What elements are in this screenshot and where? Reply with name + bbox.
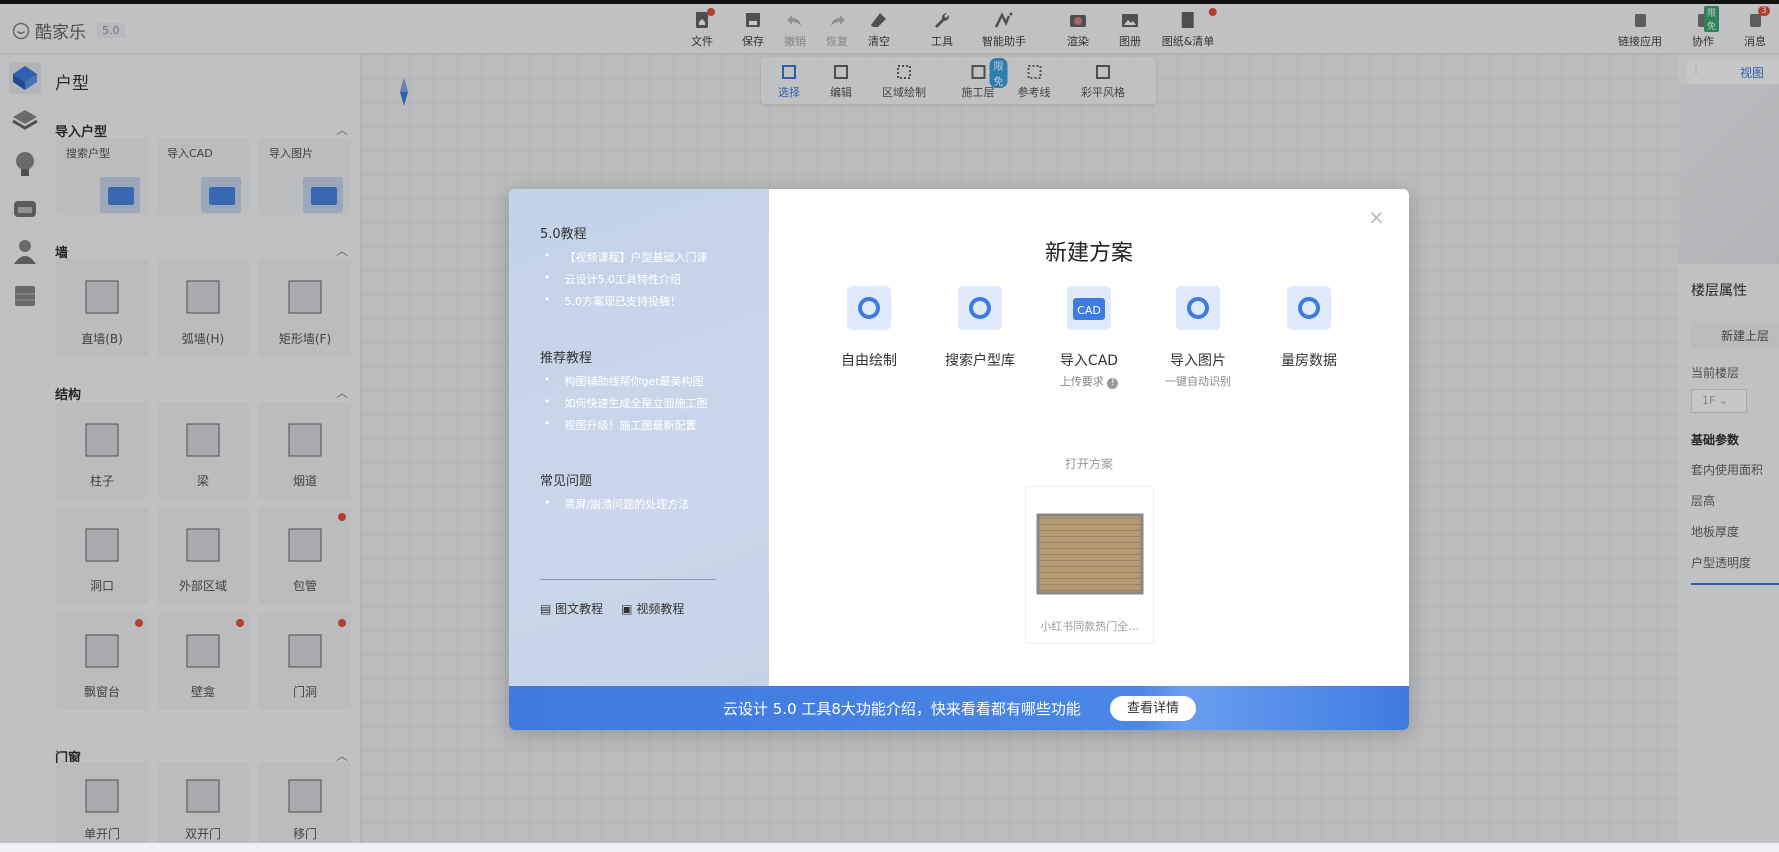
tutorial-link-label: 云设计5.0工具特性介绍 bbox=[564, 273, 682, 286]
option-cad-file[interactable]: CAD 导入CAD 上传要求 ! bbox=[1039, 284, 1139, 389]
tutorial-link[interactable]: 5.0方案现已支持投稿！ bbox=[544, 293, 682, 309]
option-label: 自由绘制 bbox=[841, 353, 897, 369]
tutorial-link[interactable]: 黑屏/崩溃问题的处理方法 bbox=[544, 496, 690, 512]
new-scheme-dialog: 5.0教程【视频课程】户型基础入门课云设计5.0工具特性介绍 5.0方案现已支持投… bbox=[509, 189, 1409, 730]
recent-scheme-name: 小红书同款热门全... bbox=[1040, 620, 1139, 633]
dialog-title: 新建方案 bbox=[1044, 241, 1133, 266]
tutorial-link-label: 视图升级！施工图最新配置 bbox=[564, 419, 697, 432]
cad-file-icon: CAD bbox=[1067, 286, 1111, 330]
svg-text:CAD: CAD bbox=[1077, 304, 1101, 317]
tutorial-link-label: 黑屏/崩溃问题的处理方法 bbox=[564, 498, 690, 511]
divider bbox=[540, 579, 716, 580]
view-details-label: 查看详情 bbox=[1126, 701, 1179, 716]
tutorial-group-title: 5.0教程 bbox=[540, 227, 587, 242]
recent-scheme-card[interactable]: 小红书同款热门全... bbox=[1025, 486, 1154, 644]
text-tutorial-link[interactable]: ▤ 图文教程 bbox=[540, 600, 603, 617]
tutorial-group-title: 推荐教程 bbox=[540, 351, 593, 366]
search-icon bbox=[958, 286, 1002, 330]
text-tutorial-label: 图文教程 bbox=[555, 602, 604, 616]
tutorial-link-label: 5.0方案现已支持投稿！ bbox=[564, 295, 682, 308]
option-label: 导入图片 bbox=[1170, 353, 1226, 369]
tutorial-group-title: 常见问题 bbox=[540, 474, 593, 489]
option-label: 量房数据 bbox=[1281, 353, 1337, 369]
option-label: 导入CAD bbox=[1059, 353, 1119, 369]
tutorial-sidebar: 5.0教程【视频课程】户型基础入门课云设计5.0工具特性介绍 5.0方案现已支持投… bbox=[509, 189, 769, 686]
image-icon bbox=[1176, 286, 1220, 330]
option-sublabel: 一键自动识别 bbox=[1165, 375, 1231, 388]
tutorial-link-label: 如何快速生成全屋立面施工图 bbox=[564, 397, 708, 410]
open-scheme-label: 打开方案 bbox=[1064, 457, 1113, 471]
banner-text: 云设计 5.0 工具8大功能介绍，快来看看都有哪些功能 bbox=[723, 700, 1081, 718]
measure-icon bbox=[1287, 286, 1331, 330]
view-details-button[interactable]: 查看详情 bbox=[1110, 696, 1196, 721]
option-label: 搜索户型库 bbox=[945, 353, 1015, 369]
tutorial-link[interactable]: 如何快速生成全屋立面施工图 bbox=[544, 395, 708, 411]
pencil-icon bbox=[847, 286, 891, 330]
tutorial-link[interactable]: 视图升级！施工图最新配置 bbox=[544, 417, 697, 433]
option-measure[interactable]: 量房数据 bbox=[1259, 284, 1359, 370]
video-tutorial-link[interactable]: ▣ 视频教程 bbox=[621, 600, 684, 617]
option-pencil[interactable]: 自由绘制 bbox=[819, 284, 919, 370]
tutorial-link-label: 【视频课程】户型基础入门课 bbox=[564, 251, 708, 264]
option-image[interactable]: 导入图片一键自动识别 bbox=[1148, 284, 1248, 389]
feature-banner[interactable]: 云设计 5.0 工具8大功能介绍，快来看看都有哪些功能 查看详情 bbox=[509, 686, 1409, 730]
tutorial-link[interactable]: 【视频课程】户型基础入门课 bbox=[544, 249, 708, 265]
info-icon[interactable]: ! bbox=[1107, 378, 1119, 389]
floorplan-thumbnail bbox=[1036, 513, 1144, 595]
close-icon[interactable]: × bbox=[1368, 205, 1385, 229]
option-sublabel: 上传要求 bbox=[1059, 375, 1104, 388]
tutorial-link[interactable]: 云设计5.0工具特性介绍 bbox=[544, 271, 682, 287]
tutorial-link[interactable]: 构图辅助线帮你get最美构图 bbox=[544, 373, 704, 389]
tutorial-link-label: 构图辅助线帮你get最美构图 bbox=[564, 375, 704, 388]
option-search[interactable]: 搜索户型库 bbox=[930, 284, 1030, 370]
video-tutorial-label: 视频教程 bbox=[636, 602, 685, 616]
